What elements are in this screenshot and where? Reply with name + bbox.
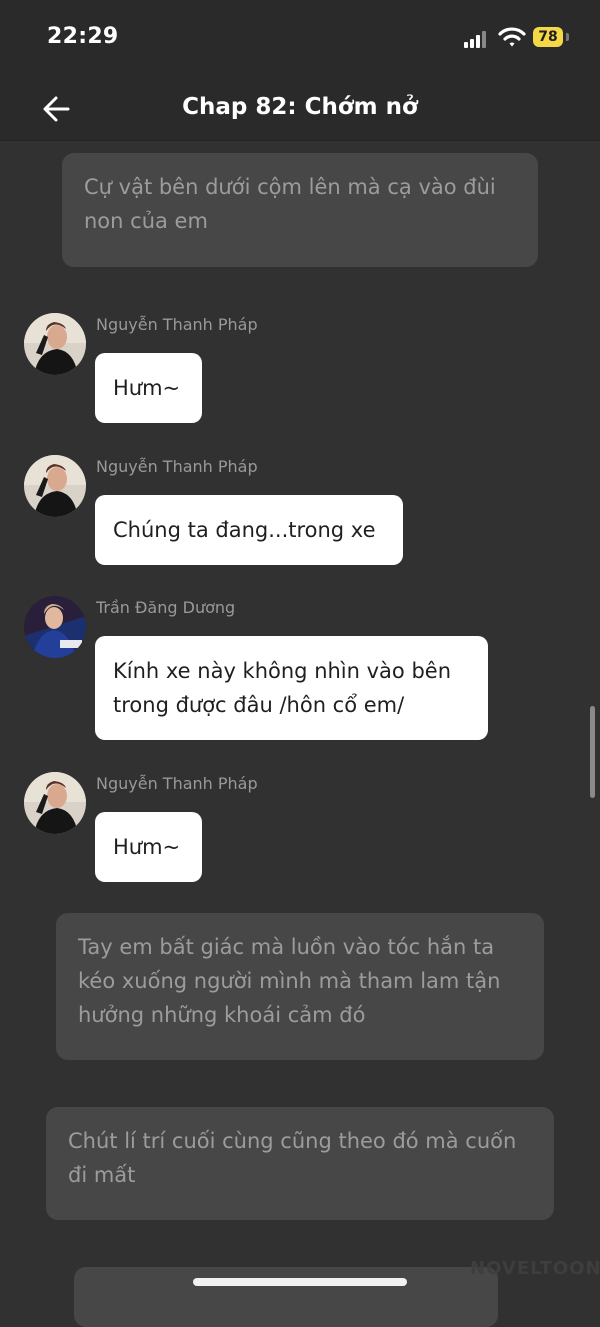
- status-bar: 22:29 78: [0, 0, 600, 76]
- message-bubble: Chúng ta đang...trong xe: [95, 495, 403, 565]
- message-bubble: Hưm~: [95, 353, 202, 423]
- scrollbar[interactable]: [590, 706, 595, 798]
- narration-block: Chút lí trí cuối cùng cũng theo đó mà cu…: [46, 1107, 554, 1220]
- speaker-name: Nguyễn Thanh Pháp: [96, 315, 258, 334]
- narration-text: Chút lí trí cuối cùng cũng theo đó mà cu…: [68, 1129, 517, 1187]
- speaker-name: Nguyễn Thanh Pháp: [96, 457, 258, 476]
- narration-block: Cự vật bên dưới cộm lên mà cạ vào đùi no…: [62, 153, 538, 267]
- speaker-name: Trần Đăng Dương: [96, 598, 236, 617]
- home-indicator[interactable]: [193, 1278, 407, 1286]
- narration-text: Tay em bất giác mà luồn vào tóc hắn ta k…: [78, 935, 501, 1027]
- message-text: Hưm~: [113, 835, 181, 859]
- speaker-name: Nguyễn Thanh Pháp: [96, 774, 258, 793]
- battery-icon: 78: [533, 27, 563, 47]
- message-bubble: Kính xe này không nhìn vào bên trong đượ…: [95, 636, 488, 740]
- chapter-header: Chap 82: Chớm nở: [0, 76, 600, 141]
- narration-block-partial: [74, 1267, 498, 1327]
- message-text: Kính xe này không nhìn vào bên trong đượ…: [113, 659, 452, 717]
- narration-block: Tay em bất giác mà luồn vào tóc hắn ta k…: [56, 913, 544, 1060]
- avatar[interactable]: [24, 772, 86, 834]
- avatar[interactable]: [24, 455, 86, 517]
- battery-tip: [566, 33, 569, 41]
- avatar[interactable]: [24, 313, 86, 375]
- status-time: 22:29: [47, 24, 119, 49]
- message-bubble: Hưm~: [95, 812, 202, 882]
- watermark: NOVELTOON: [470, 1258, 600, 1279]
- cellular-signal-icon: [464, 30, 490, 48]
- narration-text: Cự vật bên dưới cộm lên mà cạ vào đùi no…: [84, 175, 496, 233]
- avatar[interactable]: [24, 596, 86, 658]
- wifi-icon: [498, 27, 526, 47]
- message-text: Chúng ta đang...trong xe: [113, 518, 376, 542]
- message-text: Hưm~: [113, 376, 181, 400]
- page-title: Chap 82: Chớm nở: [182, 94, 418, 120]
